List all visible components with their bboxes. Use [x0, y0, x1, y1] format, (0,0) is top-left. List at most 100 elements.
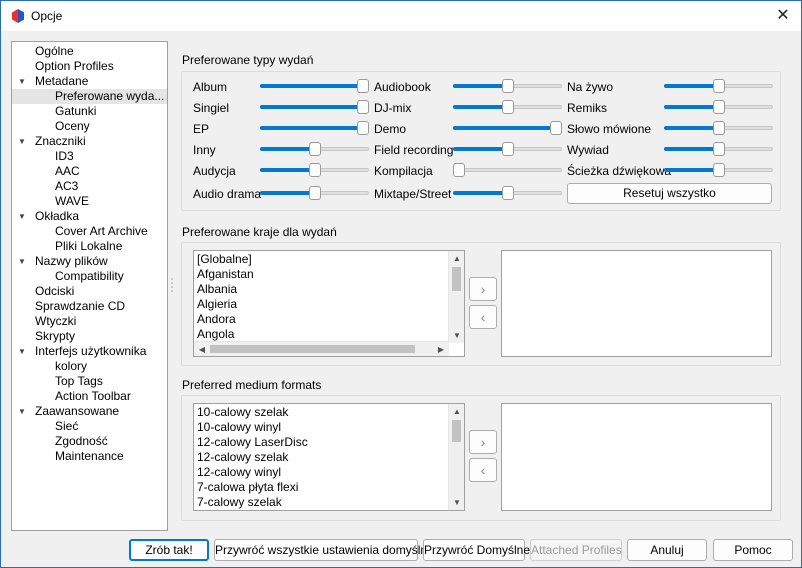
list-item[interactable]: 12-calowy LaserDisc — [197, 435, 308, 450]
scroll-up-icon[interactable]: ▲ — [449, 251, 464, 266]
slider-handle[interactable] — [357, 121, 369, 135]
expand-arrow-icon[interactable]: ▼ — [18, 407, 28, 417]
formats-vscrollbar[interactable]: ▲ ▼ — [448, 404, 464, 510]
list-item[interactable]: 12-calowy szelak — [197, 450, 288, 465]
list-item[interactable]: 7-calowy szelak — [197, 495, 282, 510]
list-item[interactable]: 10-calowy szelak — [197, 405, 288, 420]
list-item[interactable]: Andora — [197, 312, 236, 327]
list-item[interactable]: 7-calowa płyta flexi — [197, 480, 298, 495]
sidebar-item[interactable]: Compatibility — [12, 269, 167, 284]
sidebar-item[interactable]: Maintenance — [12, 449, 167, 464]
slider-handle[interactable] — [713, 121, 725, 135]
list-item[interactable]: Afganistan — [197, 267, 254, 282]
cancel-button[interactable]: Anuluj — [627, 539, 707, 561]
formats-add-button[interactable]: › — [469, 430, 497, 454]
sidebar-item[interactable]: Ogólne — [12, 44, 167, 59]
expand-arrow-icon[interactable]: ▼ — [18, 77, 28, 87]
scroll-thumb[interactable] — [452, 420, 461, 442]
sidebar-item[interactable]: Skrypty — [12, 329, 167, 344]
release-type-slider[interactable] — [664, 163, 773, 177]
restore-all-defaults-button[interactable]: Przywróć wszystkie ustawienia domyślne — [214, 539, 434, 561]
scroll-thumb[interactable] — [210, 345, 415, 353]
ok-button[interactable]: Zrób tak! — [129, 539, 209, 561]
scroll-right-icon[interactable]: ▶ — [433, 342, 449, 356]
sidebar-item[interactable]: Wtyczki — [12, 314, 167, 329]
slider-handle[interactable] — [357, 79, 369, 93]
slider-handle[interactable] — [713, 142, 725, 156]
scroll-down-icon[interactable]: ▼ — [449, 495, 464, 510]
restore-defaults-button[interactable]: Przywróć Domyślne — [423, 539, 530, 561]
slider-handle[interactable] — [502, 100, 514, 114]
release-type-slider[interactable] — [453, 79, 562, 93]
list-item[interactable]: Algieria — [197, 297, 237, 312]
release-type-slider[interactable] — [453, 163, 562, 177]
release-type-slider[interactable] — [260, 163, 369, 177]
release-type-slider[interactable] — [453, 186, 562, 200]
sidebar-item[interactable]: ▼ Znaczniki — [12, 134, 167, 149]
sidebar-item[interactable]: Sprawdzanie CD — [12, 299, 167, 314]
expand-arrow-icon[interactable]: ▼ — [18, 212, 28, 222]
sidebar-item[interactable]: kolory — [12, 359, 167, 374]
formats-remove-button[interactable]: ‹ — [469, 458, 497, 482]
release-type-slider[interactable] — [664, 142, 773, 156]
slider-handle[interactable] — [713, 100, 725, 114]
sidebar-item[interactable]: ▼ Metadane — [12, 74, 167, 89]
release-type-slider[interactable] — [664, 121, 773, 135]
slider-handle[interactable] — [502, 142, 514, 156]
slider-handle[interactable] — [713, 79, 725, 93]
sidebar-item[interactable]: Gatunki — [12, 104, 167, 119]
countries-selected-list[interactable] — [501, 250, 772, 357]
sidebar-item[interactable]: Preferowane wyda... — [12, 89, 167, 104]
countries-vscrollbar[interactable]: ▲ ▼ — [448, 251, 464, 343]
slider-handle[interactable] — [713, 163, 725, 177]
list-item[interactable]: Albania — [197, 282, 237, 297]
scroll-down-icon[interactable]: ▼ — [449, 328, 464, 343]
sidebar-item[interactable]: ▼ Zaawansowane — [12, 404, 167, 419]
close-icon[interactable]: ✕ — [765, 1, 801, 31]
sidebar-item[interactable]: Pliki Lokalne — [12, 239, 167, 254]
expand-arrow-icon[interactable]: ▼ — [18, 137, 28, 147]
slider-handle[interactable] — [309, 186, 321, 200]
attached-profiles-button[interactable]: Attached Profiles — [530, 539, 622, 561]
scroll-left-icon[interactable]: ◀ — [194, 342, 210, 356]
countries-available-list[interactable]: [Globalne] Afganistan Albania Algieria Andor… — [193, 250, 465, 357]
release-type-slider[interactable] — [260, 142, 369, 156]
countries-remove-button[interactable]: ‹ — [469, 305, 497, 329]
reset-all-button[interactable]: Resetuj wszystko — [567, 183, 772, 204]
release-type-slider[interactable] — [260, 79, 369, 93]
sidebar-item[interactable]: Zgodność — [12, 434, 167, 449]
release-type-slider[interactable] — [260, 100, 369, 114]
expand-arrow-icon[interactable]: ▼ — [18, 257, 28, 267]
formats-selected-list[interactable] — [501, 403, 772, 511]
list-item[interactable]: 12-calowy winyl — [197, 465, 281, 480]
slider-handle[interactable] — [550, 121, 562, 135]
slider-handle[interactable] — [502, 186, 514, 200]
countries-hscrollbar[interactable]: ◀ ▶ — [194, 341, 449, 356]
options-tree[interactable]: Ogólne Option Profiles ▼ Metadane Preferowan… — [11, 41, 168, 531]
slider-handle[interactable] — [309, 142, 321, 156]
sidebar-item[interactable]: Cover Art Archive — [12, 224, 167, 239]
list-item[interactable]: 10-calowy winyl — [197, 420, 281, 435]
sidebar-item[interactable]: Sieć — [12, 419, 167, 434]
slider-handle[interactable] — [309, 163, 321, 177]
release-type-slider[interactable] — [453, 100, 562, 114]
release-type-slider[interactable] — [664, 79, 773, 93]
scroll-thumb[interactable] — [452, 267, 461, 291]
help-button[interactable]: Pomoc — [713, 539, 793, 561]
list-item[interactable]: [Globalne] — [197, 252, 252, 267]
expand-arrow-icon[interactable]: ▼ — [18, 347, 28, 357]
sidebar-item[interactable]: Action Toolbar — [12, 389, 167, 404]
sidebar-item[interactable]: ▼ Nazwy plików — [12, 254, 167, 269]
sidebar-item[interactable]: Option Profiles — [12, 59, 167, 74]
release-type-slider[interactable] — [453, 121, 562, 135]
splitter-handle[interactable] — [171, 277, 173, 297]
scroll-up-icon[interactable]: ▲ — [449, 404, 464, 419]
release-type-slider[interactable] — [260, 186, 369, 200]
sidebar-item[interactable]: Top Tags — [12, 374, 167, 389]
release-type-slider[interactable] — [453, 142, 562, 156]
sidebar-item[interactable]: ▼ Interfejs użytkownika — [12, 344, 167, 359]
sidebar-item[interactable]: AC3 — [12, 179, 167, 194]
slider-handle[interactable] — [357, 100, 369, 114]
formats-available-list[interactable]: 10-calowy szelak 10-calowy winyl 12-calowy… — [193, 403, 465, 511]
sidebar-item[interactable]: AAC — [12, 164, 167, 179]
